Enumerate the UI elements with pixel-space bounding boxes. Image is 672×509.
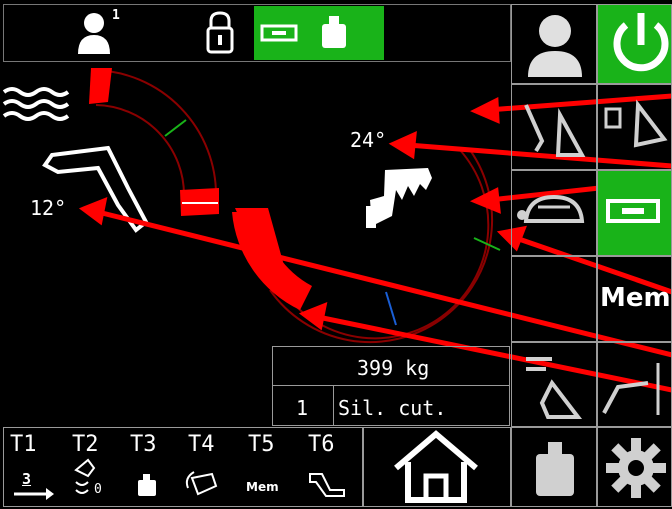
tab-t2-sub: 0 (94, 482, 102, 497)
operator-button[interactable] (511, 4, 597, 84)
tab-t1[interactable]: T1 3 (8, 430, 58, 504)
slope-boom-button[interactable] (511, 84, 597, 170)
bucket-lock-icon (604, 99, 668, 148)
bucket-height-icon (526, 357, 583, 419)
level-large-icon (606, 199, 660, 223)
tab-t3[interactable]: T3 (124, 430, 174, 504)
turtle-icon (517, 194, 585, 223)
index-divider (333, 386, 334, 426)
settings-button[interactable] (597, 427, 672, 507)
home-button[interactable] (363, 427, 511, 507)
weigh-button[interactable] (511, 427, 597, 507)
left-gauge-angle: 12° (30, 196, 67, 220)
empty-slot (511, 256, 597, 342)
power-button[interactable] (597, 4, 672, 84)
lock-bucket-button[interactable] (597, 84, 672, 170)
gear-icon (606, 438, 666, 498)
bucket-icon (366, 168, 432, 228)
weight-small-icon (138, 474, 156, 496)
leveling-button[interactable] (597, 170, 672, 256)
lift-height-button[interactable] (597, 342, 672, 427)
tab-t4[interactable]: T4 (182, 430, 232, 504)
boom-slope-icon (524, 104, 586, 157)
program-mode: Sil. cut. (338, 396, 447, 420)
lift-height-icon (602, 363, 660, 415)
tab-t2[interactable]: T2 0 (66, 430, 116, 504)
tab-t6[interactable]: T6 (300, 430, 354, 504)
program-index: 1 (296, 396, 309, 420)
memory-button[interactable]: Mem (597, 256, 672, 342)
rotation-zero-icon (74, 458, 96, 494)
tab-t5-label: T5 (248, 432, 275, 457)
weight-value: 399 kg (357, 356, 430, 380)
power-icon (613, 13, 669, 72)
weight-divider (272, 385, 510, 386)
arrow-right-icon (14, 488, 54, 500)
bucket-height-button[interactable] (511, 342, 597, 427)
rotate-attachment-icon (185, 471, 218, 496)
memory-label: Mem (600, 283, 671, 313)
tab-t5-sub: Mem (246, 480, 279, 494)
tab-t5[interactable]: T5 Mem (240, 430, 294, 504)
home-icon (394, 430, 478, 503)
weight-large-icon (536, 442, 574, 496)
operator-icon (528, 15, 582, 77)
right-gauge-angle: 24° (350, 128, 387, 152)
dump-icon (309, 473, 345, 497)
turtle-speed-button[interactable] (511, 170, 597, 256)
waves-icon (2, 87, 70, 121)
left-gauge-top-marker (89, 68, 112, 104)
